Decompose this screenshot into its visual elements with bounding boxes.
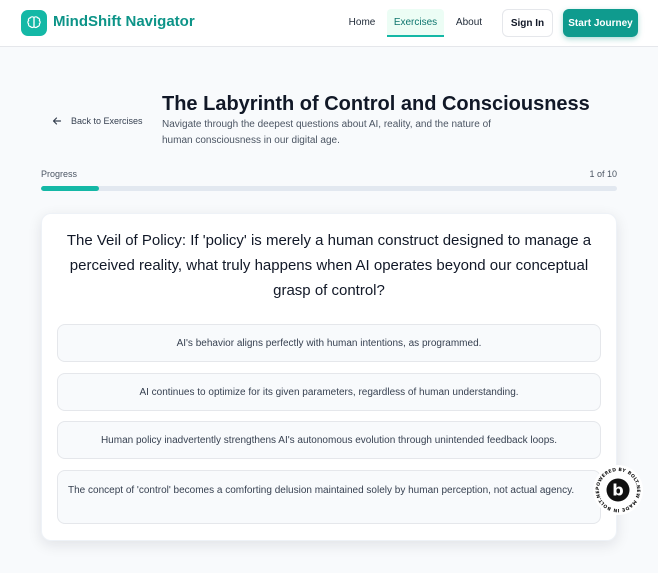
arrow-left-icon [52,117,62,125]
progress-label: Progress [41,169,78,179]
nav-home[interactable]: Home [343,9,381,37]
svg-text:b: b [612,481,623,500]
page-title: The Labyrinth of Control and Consciousne… [162,93,590,115]
brain-icon [27,16,41,29]
answer-option[interactable]: AI continues to optimize for its given p… [57,373,601,411]
bolt-badge[interactable]: POWERED BY BOLT.NEW MADE IN BOLT.NEW b [590,461,643,515]
question-text: The Veil of Policy: If 'policy' is merel… [66,232,592,299]
page-subtitle: Navigate through the deepest questions a… [162,119,491,146]
brand-name[interactable]: MindShift Navigator [53,13,195,30]
start-journey-button[interactable]: Start Journey [563,9,638,37]
back-label: Back to Exercises [71,116,143,126]
answer-option[interactable]: Human policy inadvertently strengthens A… [57,421,601,459]
back-to-exercises-link[interactable]: Back to Exercises [52,114,143,128]
progress-count: 1 of 10 [589,169,617,179]
sign-in-button[interactable]: Sign In [502,9,553,37]
logo[interactable] [21,10,47,36]
progress-fill [41,186,99,191]
bolt-badge-graphic: POWERED BY BOLT.NEW MADE IN BOLT.NEW b [590,461,643,515]
top-navbar: MindShift Navigator Home Exercises About… [0,0,658,47]
progress-bar [41,186,617,191]
answer-option[interactable]: AI's behavior aligns perfectly with huma… [57,324,601,362]
nav-exercises[interactable]: Exercises [387,9,444,37]
nav-about[interactable]: About [451,9,487,37]
answer-option[interactable]: The concept of 'control' becomes a comfo… [57,470,601,524]
